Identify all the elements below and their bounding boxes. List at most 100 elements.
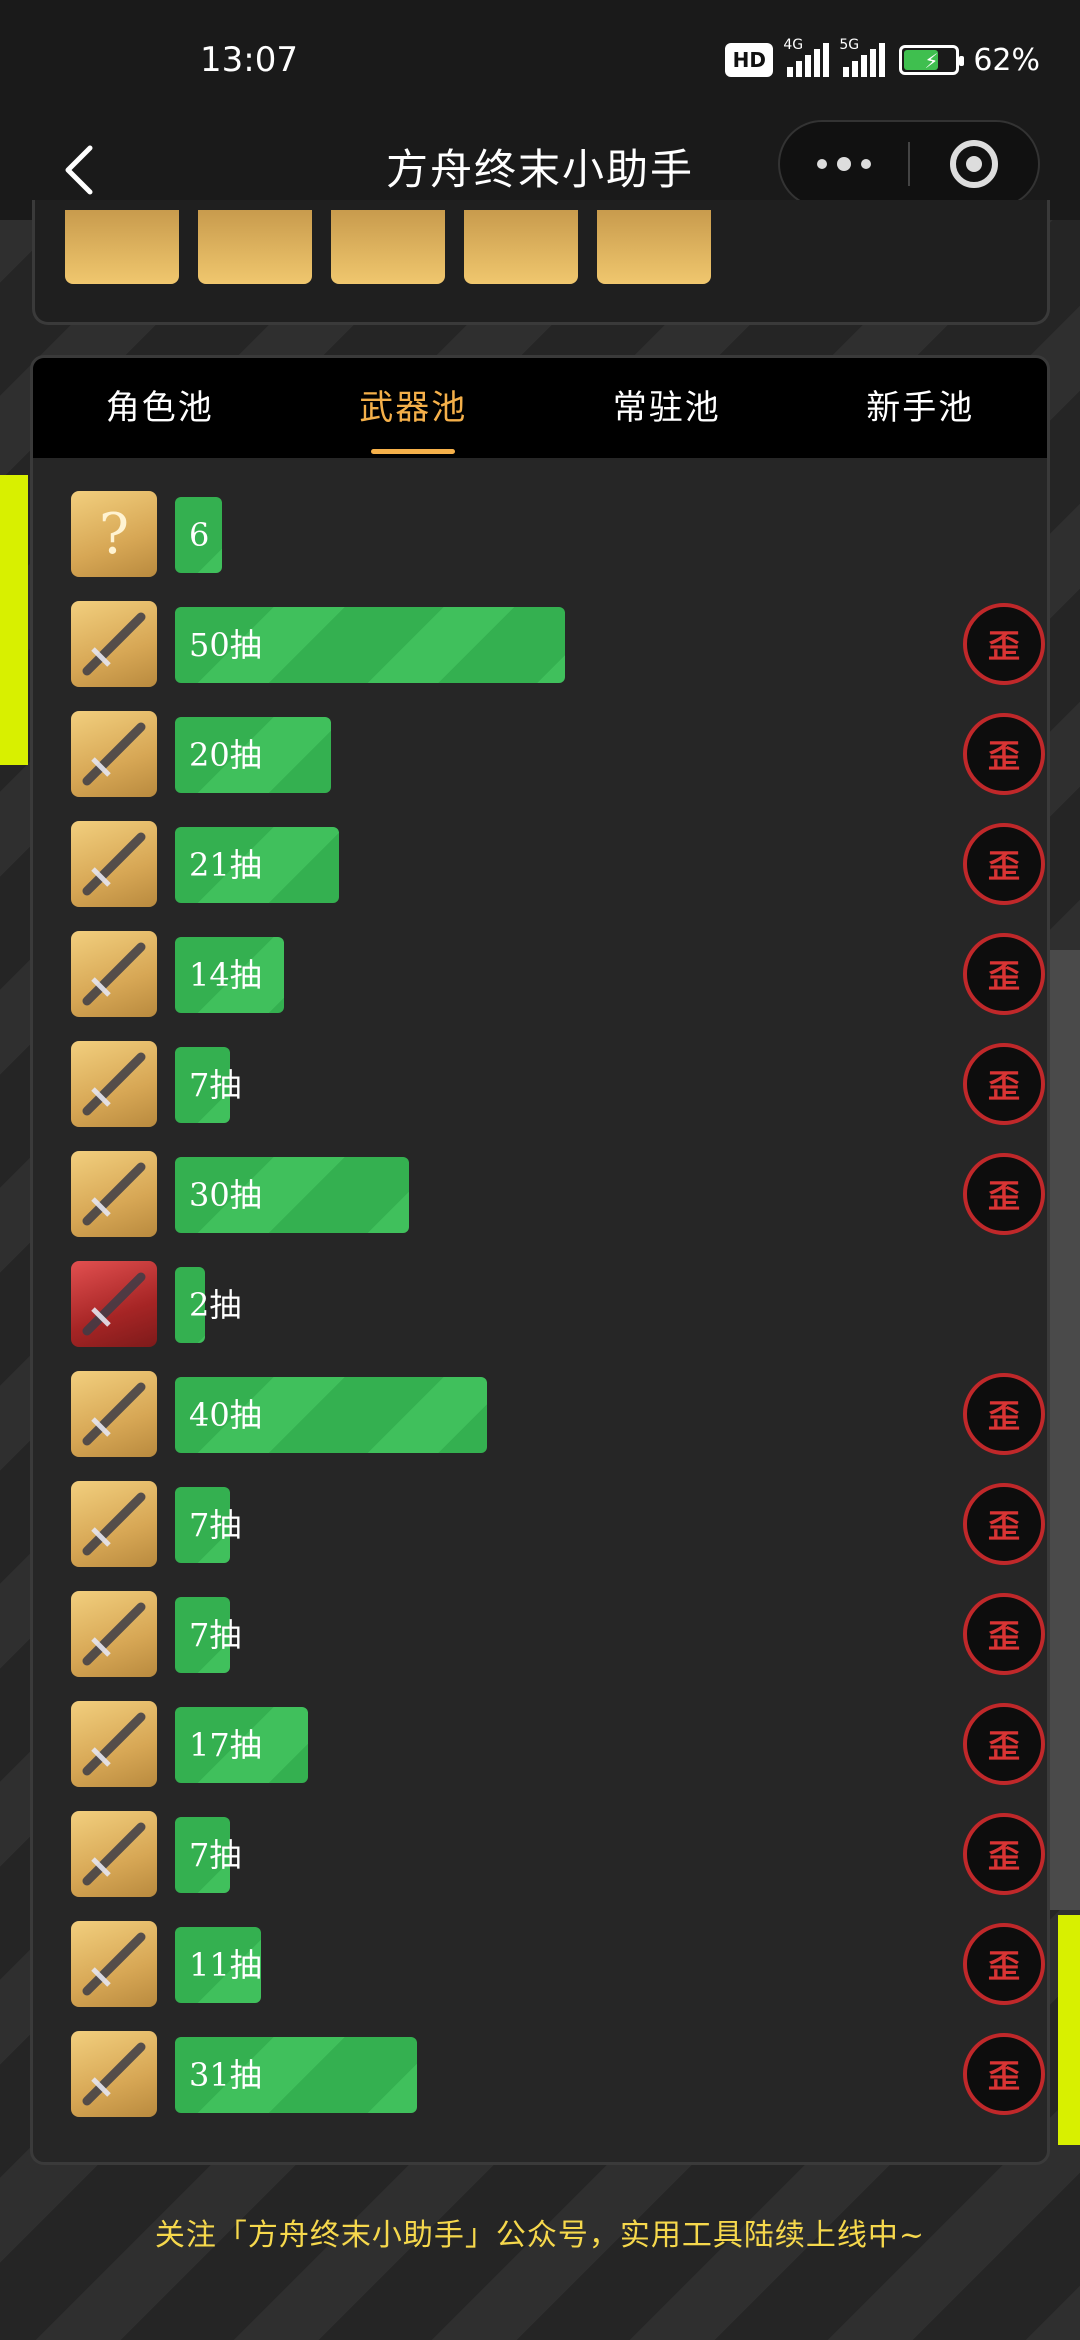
- status-time: 13:07: [200, 40, 298, 80]
- battery-percent: 62%: [973, 42, 1040, 78]
- pull-row: 7抽 歪: [71, 1811, 1047, 1921]
- off-banner-label: 歪: [987, 1397, 1020, 1435]
- gold-rifle-icon: [71, 601, 157, 687]
- signal-4g-label: 4G: [783, 37, 804, 53]
- off-banner-badge: 歪: [963, 1703, 1045, 1785]
- pull-count-label: 6: [189, 516, 210, 554]
- off-banner-badge: 歪: [963, 1813, 1045, 1895]
- pull-count-label: 40抽: [189, 1396, 262, 1434]
- pull-count-label: 7抽: [189, 1836, 242, 1874]
- off-banner-label: 歪: [987, 957, 1020, 995]
- pull-row: 21抽 歪: [71, 821, 1047, 931]
- close-button[interactable]: [910, 122, 1038, 206]
- silver-claw-icon: [464, 210, 578, 284]
- silver-sword-icon: [71, 1151, 157, 1237]
- off-banner-badge: 歪: [963, 823, 1045, 905]
- off-banner-badge: 歪: [963, 1923, 1045, 2005]
- pull-row: 50抽 歪: [71, 601, 1047, 711]
- footer-note: 关注「方舟终末小助手」公众号，实用工具陆续上线中~: [154, 2218, 926, 2253]
- off-banner-label: 歪: [987, 1507, 1020, 1545]
- silver-armor-icon: [71, 711, 157, 797]
- gold-rifle-icon: [71, 821, 157, 907]
- more-button[interactable]: [780, 122, 908, 206]
- silver-armor-icon: [71, 1921, 157, 2007]
- pull-row: 7抽 歪: [71, 1041, 1047, 1151]
- tab-standard-pool[interactable]: 常驻池: [540, 358, 794, 458]
- silver-claw-icon: [71, 1481, 157, 1567]
- pull-list: ? 6 50抽歪 20抽歪 21抽歪 14抽歪 7抽歪 30抽歪 2抽 40抽歪 7抽歪 7抽歪 17抽…: [71, 491, 1047, 2141]
- pull-row: 7抽 歪: [71, 1591, 1047, 1701]
- crimson-greatsword-icon: [597, 210, 711, 284]
- off-banner-label: 歪: [987, 1837, 1020, 1875]
- off-banner-label: 歪: [987, 1067, 1020, 1105]
- pull-count-label: 21抽: [189, 846, 262, 884]
- unknown-icon: ?: [71, 491, 157, 577]
- pull-count-label: 20抽: [189, 736, 262, 774]
- pull-count-label: 50抽: [189, 626, 262, 664]
- off-banner-badge: 歪: [963, 1593, 1045, 1675]
- pull-count-label: 31抽: [189, 2056, 262, 2094]
- pull-count-label: 11抽: [189, 1946, 262, 1984]
- pull-row: 7抽 歪: [71, 1481, 1047, 1591]
- silver-armor-icon: [65, 210, 179, 284]
- mini-program-capsule: [778, 120, 1040, 208]
- pull-count-label: 17抽: [189, 1726, 262, 1764]
- weapon-summary-card: [32, 200, 1050, 325]
- pull-row: ? 6: [71, 491, 1047, 601]
- pull-history-card: 角色池 武器池 常驻池 新手池 ? 6 50抽歪 20抽歪 21抽歪 14抽歪 7抽歪 30抽…: [30, 355, 1050, 2165]
- tab-character-pool[interactable]: 角色池: [33, 358, 287, 458]
- off-banner-label: 歪: [987, 627, 1020, 665]
- off-banner-label: 歪: [987, 1177, 1020, 1215]
- pull-row: 20抽 歪: [71, 711, 1047, 821]
- off-banner-badge: 歪: [963, 1373, 1045, 1455]
- pull-row: 17抽 歪: [71, 1701, 1047, 1811]
- off-banner-badge: 歪: [963, 933, 1045, 1015]
- off-banner-badge: 歪: [963, 2033, 1045, 2115]
- hd-icon: HD: [725, 43, 774, 77]
- crimson-greatsword-icon: [71, 1811, 157, 1897]
- off-banner-badge: 歪: [963, 603, 1045, 685]
- silver-sword-icon: [331, 210, 445, 284]
- off-banner-label: 歪: [987, 1947, 1020, 1985]
- battery-icon: ⚡: [899, 45, 965, 75]
- target-icon: [949, 140, 998, 188]
- signal-4g-icon: 4G: [783, 37, 830, 77]
- status-icons: HD 4G 5G ⚡ 62%: [725, 37, 1040, 80]
- pull-count-label: 2抽: [189, 1286, 242, 1324]
- pull-count-label: 30抽: [189, 1176, 262, 1214]
- blue-blade-icon: [198, 210, 312, 284]
- tab-weapon-pool[interactable]: 武器池: [287, 358, 541, 458]
- pull-row: 14抽 歪: [71, 931, 1047, 1041]
- pull-count-label: 7抽: [189, 1066, 242, 1104]
- blue-blade-icon: [71, 931, 157, 1017]
- pull-row: 40抽 歪: [71, 1371, 1047, 1481]
- off-banner-badge: 歪: [963, 1483, 1045, 1565]
- pull-count-label: 7抽: [189, 1506, 242, 1544]
- off-banner-badge: 歪: [963, 1153, 1045, 1235]
- crimson-greatsword-icon: [71, 1701, 157, 1787]
- crimson-greatsword-icon: [71, 2031, 157, 2117]
- off-banner-label: 歪: [987, 1617, 1020, 1655]
- off-banner-label: 歪: [987, 847, 1020, 885]
- silver-armor-icon: [71, 1591, 157, 1677]
- pull-row: 31抽 歪: [71, 2031, 1047, 2141]
- tab-beginner-pool[interactable]: 新手池: [794, 358, 1048, 458]
- red-blade-icon: [71, 1261, 157, 1347]
- pull-row: 2抽: [71, 1261, 1047, 1371]
- pull-count-label: 7抽: [189, 1616, 242, 1654]
- pull-row: 30抽 歪: [71, 1151, 1047, 1261]
- background-accent-left: [0, 475, 28, 765]
- off-banner-label: 歪: [987, 2057, 1020, 2095]
- signal-5g-icon: 5G: [839, 37, 886, 77]
- blue-blade-icon: [71, 1371, 157, 1457]
- off-banner-badge: 歪: [963, 713, 1045, 795]
- background-accent-right: [1058, 1915, 1080, 2145]
- off-banner-badge: 歪: [963, 1043, 1045, 1125]
- off-banner-label: 歪: [987, 1727, 1020, 1765]
- silver-sword-icon: [71, 1041, 157, 1127]
- pool-tabs: 角色池 武器池 常驻池 新手池: [33, 358, 1047, 458]
- pull-row: 11抽 歪: [71, 1921, 1047, 2031]
- status-bar: 13:07 HD 4G 5G ⚡ 62%: [0, 0, 1080, 120]
- off-banner-label: 歪: [987, 737, 1020, 775]
- pull-count-label: 14抽: [189, 956, 262, 994]
